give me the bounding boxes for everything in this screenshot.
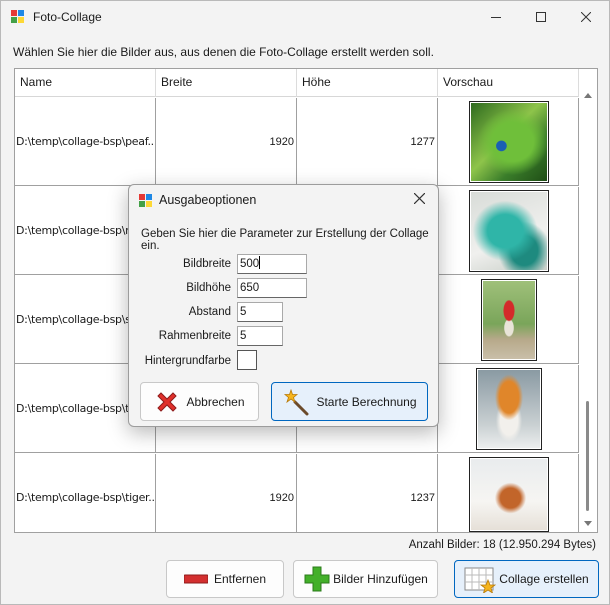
magic-wand-icon: [284, 388, 309, 415]
cell-vorschau: [438, 98, 579, 186]
peacock-image: [471, 103, 547, 181]
preview-thumbnail: [469, 101, 549, 183]
bildhoehe-label: Bildhöhe: [186, 282, 231, 294]
bildhoehe-input[interactable]: 650: [237, 278, 307, 298]
hintergrundfarbe-label: Hintergrundfarbe: [144, 355, 231, 367]
bildbreite-input[interactable]: 500: [237, 254, 307, 274]
bildbreite-value: 500: [240, 258, 260, 270]
minimize-icon: [491, 17, 501, 18]
cell-breite: 1920: [156, 98, 297, 186]
vertical-scrollbar[interactable]: [579, 69, 597, 532]
dialog-close-button[interactable]: [408, 189, 430, 211]
start-calculation-button-label: Starte Berechnung: [316, 394, 417, 409]
output-options-dialog: Ausgabeoptionen Geben Sie hier die Param…: [128, 184, 439, 427]
bildhoehe-value: 650: [240, 282, 260, 294]
add-images-button[interactable]: Bilder Hinzufügen: [293, 560, 438, 598]
cell-vorschau: [438, 365, 579, 453]
dialog-title: Ausgabeoptionen: [159, 193, 257, 207]
image-count-status: Anzahl Bilder: 18 (12.950.294 Bytes): [408, 539, 596, 551]
abstand-label: Abstand: [188, 306, 231, 318]
cancel-button[interactable]: Abbrechen: [140, 382, 259, 421]
dialog-description: Geben Sie hier die Parameter zur Erstell…: [141, 228, 429, 252]
cell-vorschau: [438, 187, 579, 275]
scroll-down-icon[interactable]: [584, 521, 592, 526]
collage-grid-icon: [464, 567, 497, 593]
cell-hoehe: 1237: [297, 454, 438, 532]
cell-vorschau: [438, 454, 579, 532]
background-color-picker[interactable]: [237, 350, 257, 370]
maximize-button[interactable]: [518, 1, 564, 33]
create-collage-button-label: Collage erstellen: [499, 572, 589, 586]
abstand-value: 5: [240, 306, 247, 318]
child-in-red-image: [483, 281, 535, 359]
lizard-image: [471, 192, 547, 270]
column-header-name[interactable]: Name: [15, 69, 156, 97]
table-row[interactable]: D:\temp\collage-bsp\tiger... 1920 1237: [15, 454, 579, 532]
maximize-icon: [536, 12, 546, 22]
window-title: Foto-Collage: [33, 10, 102, 24]
cell-hoehe: 1277: [297, 98, 438, 186]
cell-breite: 1920: [156, 454, 297, 532]
abstand-input[interactable]: 5: [237, 302, 283, 322]
cancel-button-label: Abbrechen: [186, 394, 245, 409]
scrollbar-thumb[interactable]: [586, 401, 589, 511]
cell-name: D:\temp\collage-bsp\tiger...: [15, 454, 156, 532]
close-button[interactable]: [563, 1, 609, 33]
minimize-button[interactable]: [473, 1, 519, 33]
scroll-up-icon[interactable]: [584, 93, 592, 98]
text-cursor: [259, 256, 261, 269]
title-bar[interactable]: Foto-Collage: [1, 1, 609, 33]
add-images-button-label: Bilder Hinzufügen: [333, 572, 428, 586]
close-icon: [581, 12, 591, 22]
preview-thumbnail: [476, 368, 542, 450]
rahmenbreite-input[interactable]: 5: [237, 326, 283, 346]
tiger-snow-image: [471, 459, 547, 530]
create-collage-button[interactable]: Collage erstellen: [454, 560, 599, 598]
app-logo-icon: [11, 10, 25, 24]
main-window: Foto-Collage Wählen Sie hier die Bilder …: [0, 0, 610, 605]
plus-icon: [304, 566, 330, 592]
instruction-text: Wählen Sie hier die Bilder aus, aus dene…: [13, 45, 434, 59]
column-header-hoehe[interactable]: Höhe: [297, 69, 438, 97]
dialog-logo-icon: [139, 194, 153, 208]
minus-icon: [183, 574, 208, 584]
column-header-vorschau[interactable]: Vorschau: [438, 69, 579, 97]
table-row[interactable]: D:\temp\collage-bsp\peaf... 1920 1277: [15, 98, 579, 186]
table-header: Name Breite Höhe Vorschau: [15, 69, 579, 97]
cell-name: D:\temp\collage-bsp\peaf...: [15, 98, 156, 186]
preview-thumbnail: [469, 190, 549, 272]
bildbreite-label: Bildbreite: [183, 258, 231, 270]
column-header-breite[interactable]: Breite: [156, 69, 297, 97]
start-calculation-button[interactable]: Starte Berechnung: [271, 382, 428, 421]
preview-thumbnail: [481, 279, 537, 361]
rahmenbreite-value: 5: [240, 330, 247, 342]
cell-vorschau: [438, 276, 579, 364]
remove-button[interactable]: Entfernen: [166, 560, 284, 598]
rahmenbreite-label: Rahmenbreite: [158, 330, 231, 342]
tiger-sitting-image: [478, 370, 540, 448]
red-x-icon: [157, 391, 178, 412]
preview-thumbnail: [469, 457, 549, 532]
close-icon: [413, 192, 425, 205]
remove-button-label: Entfernen: [213, 572, 267, 586]
